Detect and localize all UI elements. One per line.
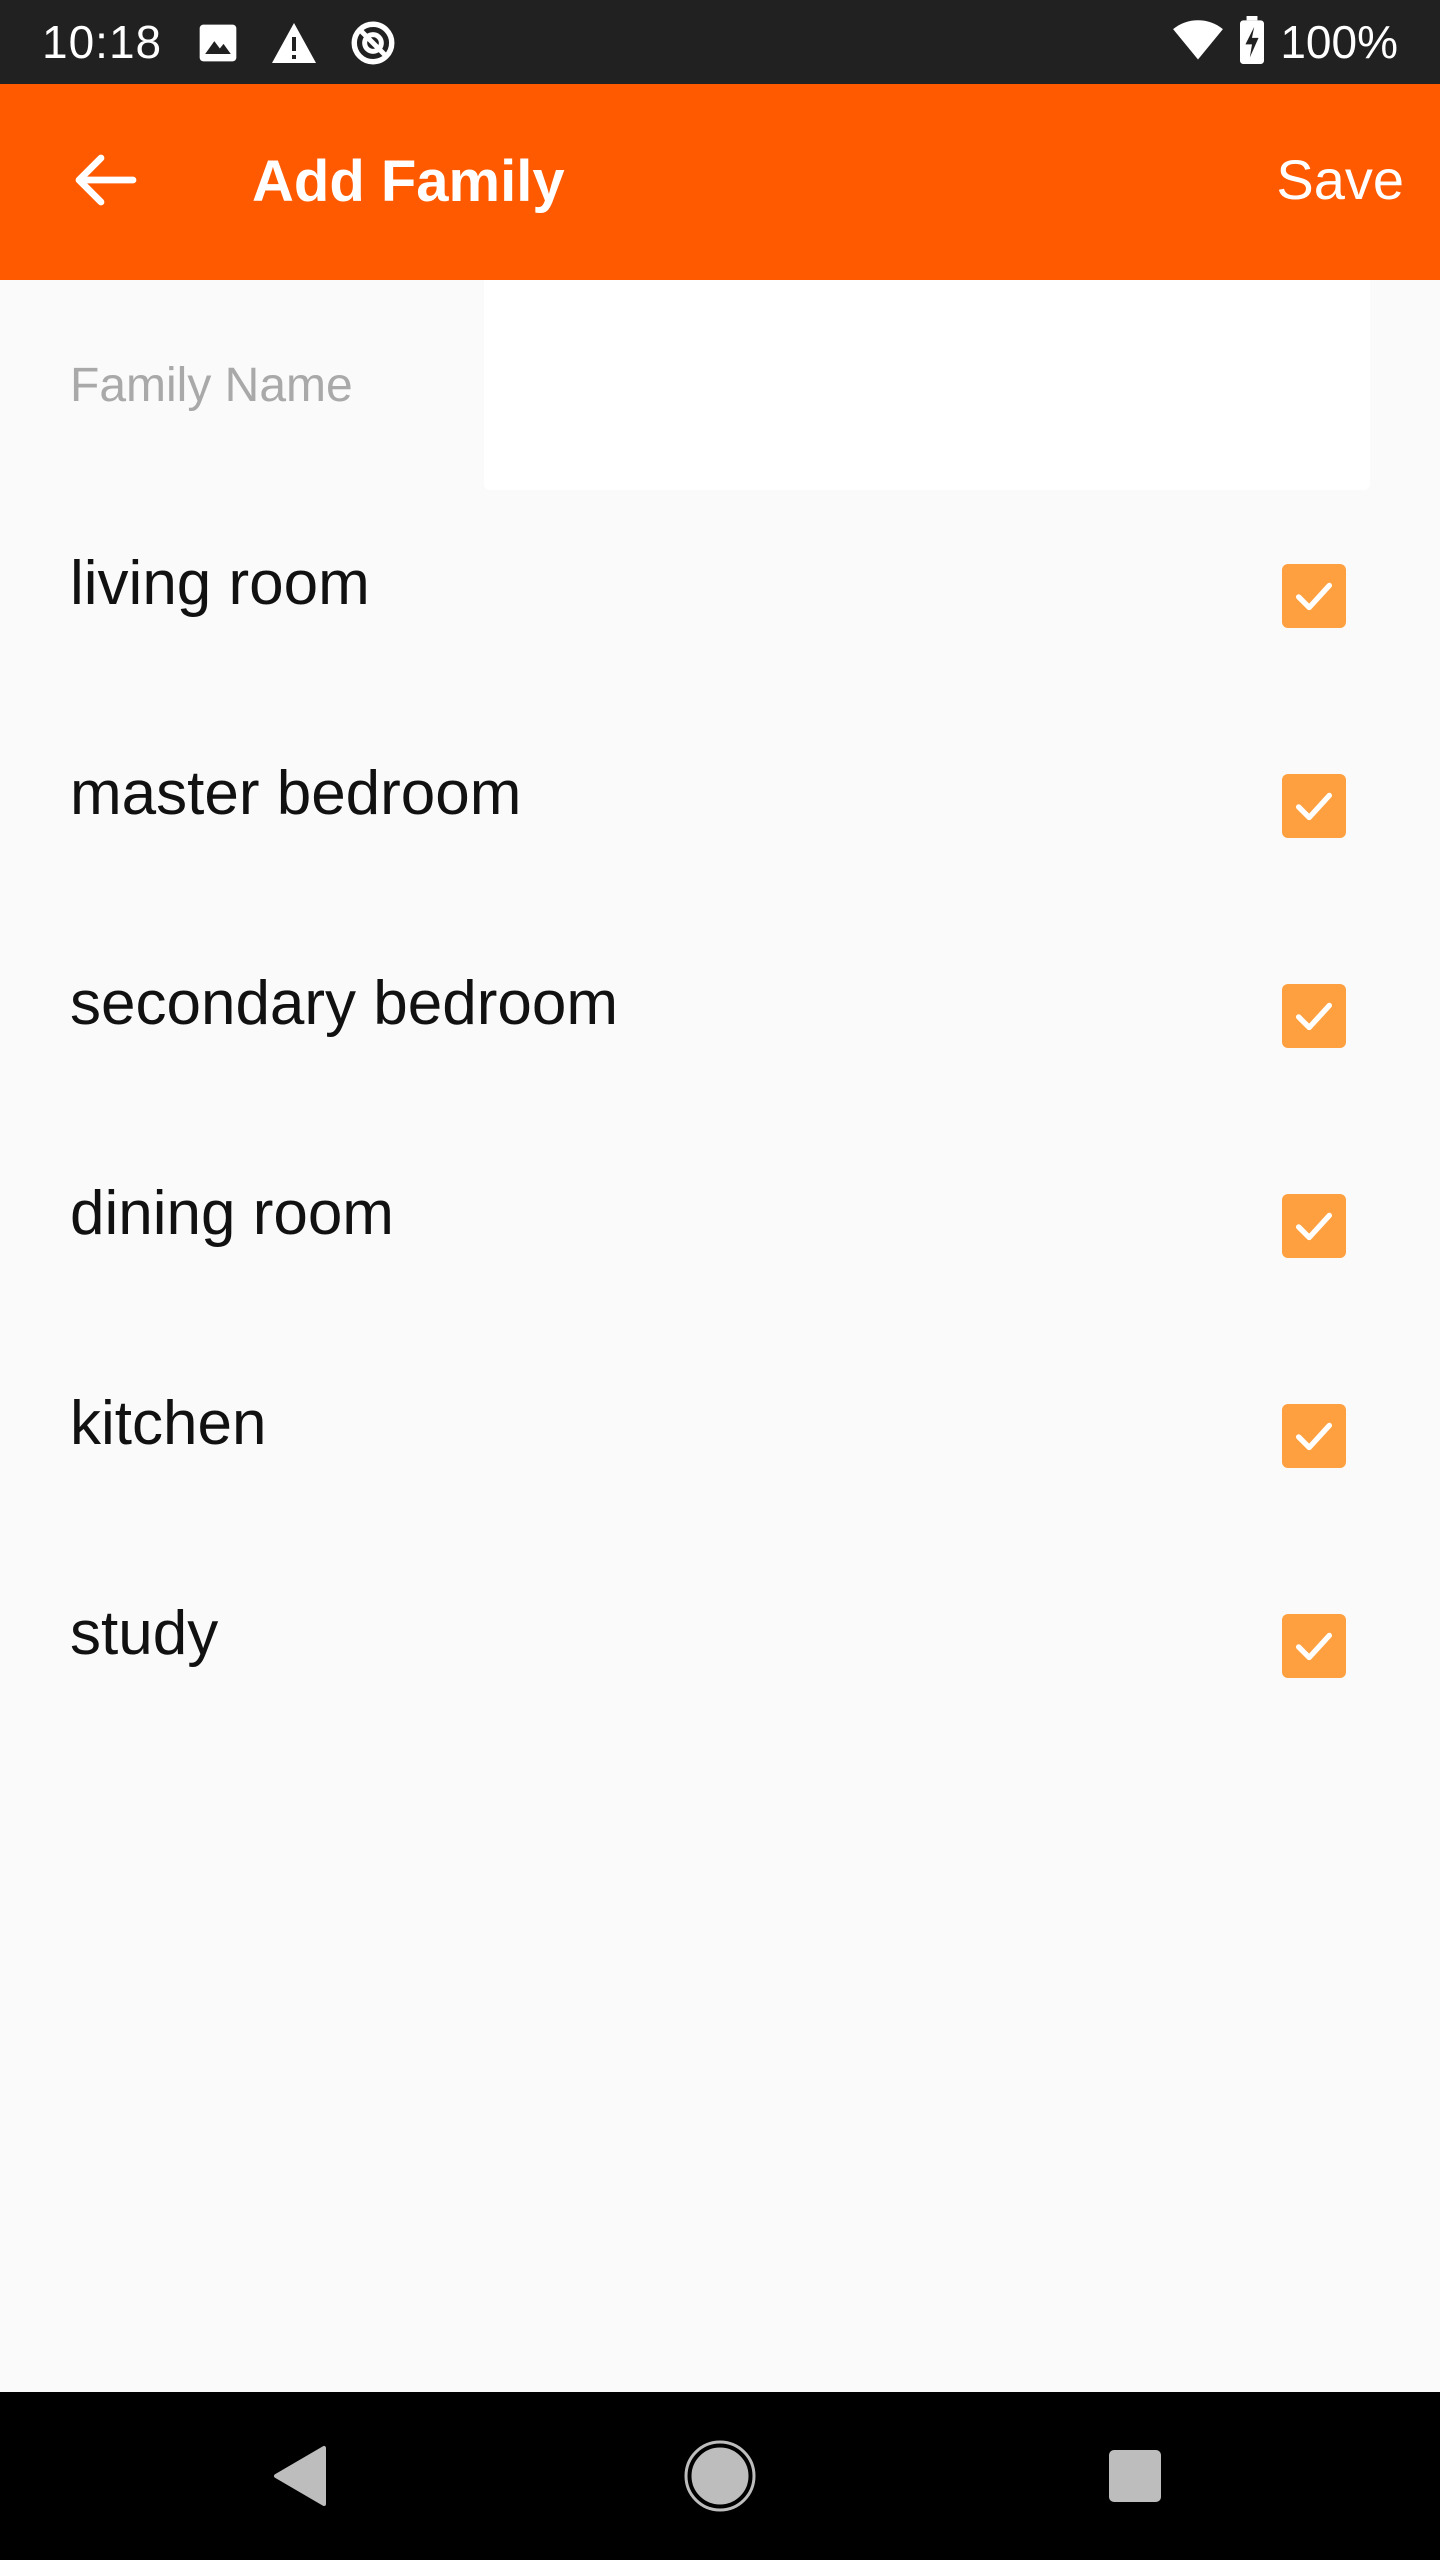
warning-icon: [270, 21, 318, 70]
back-button[interactable]: [60, 142, 150, 222]
family-name-input[interactable]: [484, 280, 1370, 490]
room-checkbox[interactable]: [1282, 984, 1346, 1048]
room-list: living room master bedroom secondary bed…: [0, 490, 1440, 1750]
recents-square-icon: [1109, 2450, 1161, 2502]
check-icon: [1295, 1422, 1333, 1451]
room-item-dining-room[interactable]: dining room: [0, 1120, 1440, 1330]
room-checkbox[interactable]: [1282, 1614, 1346, 1678]
room-label: master bedroom: [70, 759, 522, 828]
nav-recents-button[interactable]: [1095, 2436, 1175, 2516]
status-bar: 10:18 100%: [0, 0, 1440, 84]
battery-charging-icon: [1238, 15, 1266, 69]
room-item-master-bedroom[interactable]: master bedroom: [0, 700, 1440, 910]
room-item-secondary-bedroom[interactable]: secondary bedroom: [0, 910, 1440, 1120]
arrow-left-icon: [73, 152, 137, 213]
room-checkbox[interactable]: [1282, 564, 1346, 628]
room-label: dining room: [70, 1179, 394, 1248]
nav-back-button[interactable]: [260, 2436, 340, 2516]
room-label: living room: [70, 549, 370, 618]
room-label: kitchen: [70, 1389, 267, 1458]
image-icon: [196, 21, 240, 70]
check-icon: [1295, 792, 1333, 821]
family-name-row: Family Name: [0, 280, 1440, 490]
room-label: study: [70, 1599, 219, 1668]
save-button[interactable]: Save: [1276, 144, 1404, 216]
home-circle-icon: [684, 2440, 756, 2512]
data-saver-icon: [348, 18, 398, 73]
status-right: 100%: [1172, 14, 1398, 70]
room-item-study[interactable]: study: [0, 1540, 1440, 1750]
nav-bar: [0, 2392, 1440, 2560]
check-icon: [1295, 1002, 1333, 1031]
room-item-kitchen[interactable]: kitchen: [0, 1330, 1440, 1540]
room-checkbox[interactable]: [1282, 1404, 1346, 1468]
room-checkbox[interactable]: [1282, 774, 1346, 838]
screen: 10:18 100% Add Family Save Family Name l…: [0, 0, 1440, 2560]
wifi-icon: [1172, 18, 1224, 67]
check-icon: [1295, 582, 1333, 611]
status-left-icons: [196, 18, 398, 73]
room-label: secondary bedroom: [70, 969, 618, 1038]
status-time: 10:18: [42, 16, 163, 68]
page-title: Add Family: [252, 149, 565, 214]
check-icon: [1295, 1212, 1333, 1241]
family-name-label: Family Name: [70, 359, 353, 412]
room-item-living-room[interactable]: living room: [0, 490, 1440, 700]
room-checkbox[interactable]: [1282, 1194, 1346, 1258]
back-triangle-icon: [274, 2446, 326, 2506]
nav-home-button[interactable]: [680, 2436, 760, 2516]
check-icon: [1295, 1632, 1333, 1661]
battery-percent: 100%: [1280, 16, 1398, 68]
app-bar: Add Family Save: [0, 84, 1440, 280]
